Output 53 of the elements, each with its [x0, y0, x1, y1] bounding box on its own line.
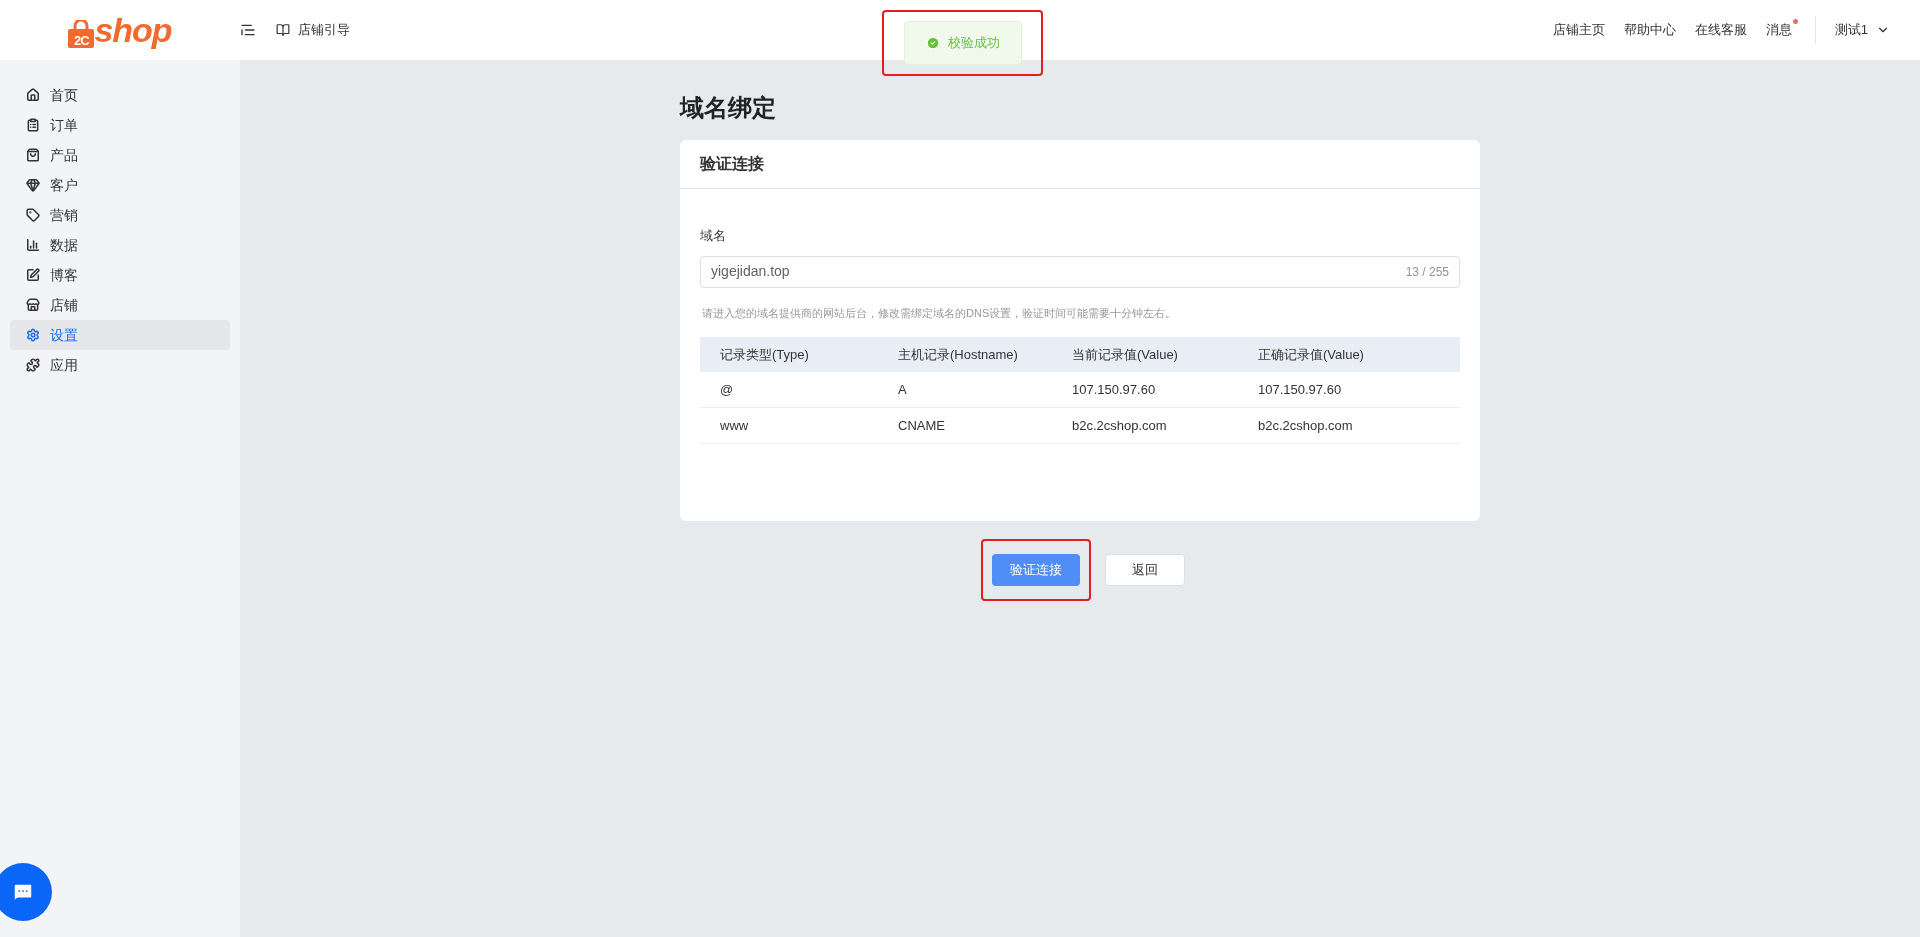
page-title: 域名绑定: [680, 93, 777, 123]
table-cell-text: A: [897, 380, 908, 399]
messages-link[interactable]: 消息: [1765, 20, 1796, 40]
column-header: 正确记录值(Value): [1257, 345, 1365, 364]
header-link[interactable]: 在线客服: [1694, 20, 1747, 40]
header-link[interactable]: 帮助中心: [1623, 20, 1676, 40]
chat-icon: [12, 881, 34, 903]
book-icon: [276, 23, 290, 37]
table-cell-text: CNAME: [897, 416, 946, 435]
tag-icon: [26, 208, 40, 222]
edit-icon: [26, 268, 40, 282]
table-cell-text: @: [719, 380, 735, 399]
table-cell-text: www: [719, 416, 750, 435]
clipboard-icon: [26, 118, 40, 132]
chat-button[interactable]: [0, 863, 52, 921]
settings-icon: [26, 328, 40, 342]
table-cell-text: b2c.2cshop.com: [1257, 416, 1354, 435]
bar-chart-icon: [26, 238, 40, 252]
toast-text: 校验成功: [947, 34, 1000, 53]
back-button[interactable]: 返回: [1105, 554, 1185, 586]
sidebar-item[interactable]: 设置: [10, 320, 230, 350]
table-cell-text: b2c.2cshop.com: [1071, 416, 1168, 435]
home-icon: [26, 88, 40, 102]
table-cell-text: 107.150.97.60: [1257, 380, 1343, 399]
field-label: 域名: [700, 227, 727, 245]
sidebar-item[interactable]: 客户: [10, 170, 230, 200]
column-header: 当前记录值(Value): [1071, 345, 1179, 364]
guide-link[interactable]: 店铺引导: [276, 20, 350, 40]
store-icon: [26, 298, 40, 312]
hint-text: 请进入您的域名提供商的网站后台，修改需绑定域名的DNS设置，验证时间可能需要十分钟左右。: [701, 305, 1178, 321]
card-title: 验证连接: [700, 154, 764, 174]
table-cell-text: 107.150.97.60: [1071, 380, 1157, 399]
column-header: 主机记录(Hostname): [897, 345, 1019, 364]
sidebar-item[interactable]: 数据: [10, 230, 230, 260]
sidebar-item[interactable]: 首页: [10, 80, 230, 110]
sidebar-item[interactable]: 店铺: [10, 290, 230, 320]
logo-bag: 2C: [68, 20, 95, 48]
menu-icon[interactable]: [240, 22, 256, 38]
column-header: 记录类型(Type): [719, 345, 810, 364]
sidebar-item[interactable]: 订单: [10, 110, 230, 140]
sidebar-item[interactable]: 博客: [10, 260, 230, 290]
logo-text: shop: [94, 10, 172, 50]
check-icon: [925, 36, 940, 50]
header-link[interactable]: 店铺主页: [1552, 20, 1605, 40]
user-menu[interactable]: 测试1: [1834, 20, 1890, 40]
sidebar-item[interactable]: 应用: [10, 350, 230, 380]
sidebar-item[interactable]: 营销: [10, 200, 230, 230]
bag-icon: [26, 148, 40, 162]
sidebar-item[interactable]: 产品: [10, 140, 230, 170]
domain-input[interactable]: yigejidan.top 13 / 255: [700, 255, 1460, 288]
diamond-icon: [26, 178, 40, 192]
char-counter: 13 / 255: [1405, 263, 1449, 281]
puzzle-icon: [26, 358, 40, 372]
